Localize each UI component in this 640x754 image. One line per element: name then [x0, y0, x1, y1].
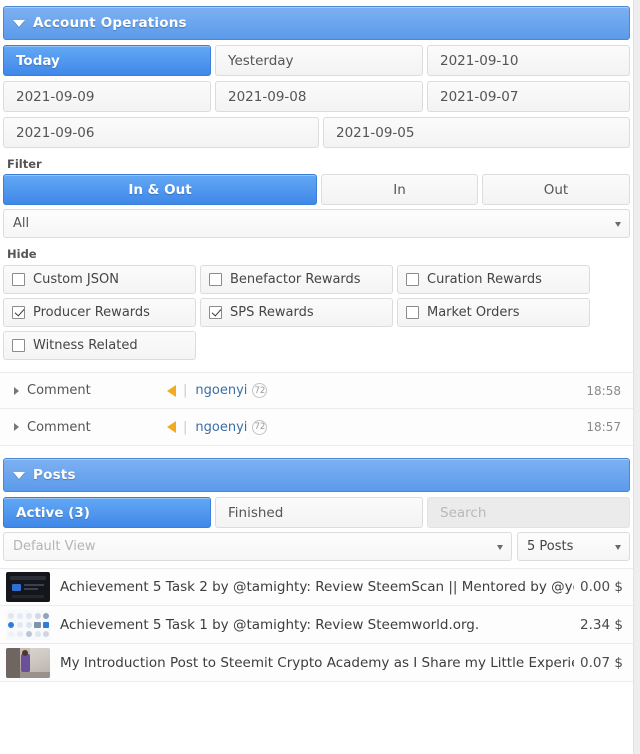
date-button-2021-09-09[interactable]: 2021-09-09	[3, 81, 211, 112]
date-button-2021-09-07[interactable]: 2021-09-07	[427, 81, 630, 112]
hide-label: Hide	[7, 247, 37, 261]
caret-down-icon	[13, 19, 25, 27]
post-title[interactable]: Achievement 5 Task 1 by @tamighty: Revie…	[60, 617, 574, 633]
date-selector: Today Yesterday 2021-09-10 2021-09-09 20…	[0, 45, 633, 360]
page-scrollbar-track[interactable]	[633, 0, 640, 754]
hide-option-custom-json[interactable]: Custom JSON	[3, 265, 196, 294]
operation-row[interactable]: Comment | ngoenyi 72 18:58	[0, 372, 633, 409]
date-button-2021-09-06[interactable]: 2021-09-06	[3, 117, 319, 148]
post-title[interactable]: Achievement 5 Task 2 by @tamighty: Revie…	[60, 579, 574, 595]
posts-view-row: Default View 5 Posts	[3, 532, 630, 561]
dark-screenshot-thumbnail	[6, 572, 50, 602]
chevron-down-icon	[615, 221, 621, 227]
filter-button-in[interactable]: In	[321, 174, 478, 205]
photo-person-thumbnail	[6, 647, 50, 678]
operation-type-select[interactable]: All	[3, 209, 630, 238]
reputation-badge: 72	[252, 419, 268, 435]
posts-tab-bar: Active (3) Finished Search	[3, 497, 630, 528]
posts-count-select[interactable]: 5 Posts	[517, 532, 630, 561]
posts-list: Achievement 5 Task 2 by @tamighty: Revie…	[0, 568, 633, 682]
account-operations-header[interactable]: Account Operations	[3, 6, 630, 40]
operation-user-link[interactable]: ngoenyi	[195, 420, 247, 435]
posts-controls: Active (3) Finished Search Default View …	[0, 497, 633, 561]
hide-option-benefactor-rewards[interactable]: Benefactor Rewards	[200, 265, 393, 294]
posts-title: Posts	[33, 467, 76, 483]
hide-option-label: Market Orders	[427, 305, 520, 320]
checkbox-checked-icon	[209, 306, 222, 319]
checkbox-icon	[406, 306, 419, 319]
caret-right-icon[interactable]	[14, 386, 19, 395]
post-title[interactable]: My Introduction Post to Steemit Crypto A…	[60, 655, 574, 671]
date-row-3: 2021-09-06 2021-09-05	[3, 117, 630, 148]
hide-options: Custom JSON Benefactor Rewards Curation …	[3, 265, 630, 360]
hide-option-curation-rewards[interactable]: Curation Rewards	[397, 265, 590, 294]
posts-view-select[interactable]: Default View	[3, 532, 512, 561]
hide-option-label: Benefactor Rewards	[230, 272, 361, 287]
caret-down-icon	[13, 471, 25, 479]
date-button-2021-09-10[interactable]: 2021-09-10	[427, 45, 630, 76]
operation-time: 18:57	[586, 420, 621, 434]
account-operations-title: Account Operations	[33, 15, 187, 31]
chevron-down-icon	[615, 544, 621, 550]
operation-row[interactable]: Comment | ngoenyi 72 18:57	[0, 409, 633, 446]
hide-option-witness-related[interactable]: Witness Related	[3, 331, 196, 360]
checkbox-checked-icon	[12, 306, 25, 319]
date-button-yesterday[interactable]: Yesterday	[215, 45, 423, 76]
hide-option-label: Producer Rewards	[33, 305, 150, 320]
filter-label: Filter	[7, 157, 42, 171]
post-row[interactable]: My Introduction Post to Steemit Crypto A…	[0, 644, 633, 682]
posts-view-select-value: Default View	[13, 539, 96, 554]
tab-finished-posts[interactable]: Finished	[215, 497, 423, 528]
reputation-badge: 72	[252, 383, 268, 398]
arrow-left-incoming-icon	[167, 421, 176, 433]
hide-option-label: SPS Rewards	[230, 305, 314, 320]
operation-time: 18:58	[586, 383, 621, 398]
checkbox-icon	[12, 339, 25, 352]
direction-filter-group: In & Out In Out	[3, 174, 630, 205]
main-content: Account Operations Today Yesterday 2021-…	[0, 0, 633, 682]
date-button-2021-09-05[interactable]: 2021-09-05	[323, 117, 630, 148]
hide-option-sps-rewards[interactable]: SPS Rewards	[200, 298, 393, 327]
icon-grid-thumbnail	[6, 609, 50, 640]
operation-separator: |	[183, 383, 188, 398]
date-row-2: 2021-09-09 2021-09-08 2021-09-07	[3, 81, 630, 112]
date-row-1: Today Yesterday 2021-09-10	[3, 45, 630, 76]
operation-type-select-value: All	[13, 216, 30, 231]
posts-header[interactable]: Posts	[3, 458, 630, 492]
hide-option-market-orders[interactable]: Market Orders	[397, 298, 590, 327]
hide-option-label: Custom JSON	[33, 272, 119, 287]
posts-count-select-value: 5 Posts	[527, 539, 574, 554]
post-row[interactable]: Achievement 5 Task 1 by @tamighty: Revie…	[0, 606, 633, 644]
hide-option-producer-rewards[interactable]: Producer Rewards	[3, 298, 196, 327]
date-button-2021-09-08[interactable]: 2021-09-08	[215, 81, 423, 112]
chevron-down-icon	[497, 544, 503, 550]
posts-search-input[interactable]: Search	[427, 497, 630, 528]
checkbox-icon	[12, 273, 25, 286]
post-row[interactable]: Achievement 5 Task 2 by @tamighty: Revie…	[0, 568, 633, 606]
post-payout: 0.07 $	[580, 654, 623, 671]
operation-type: Comment	[27, 419, 91, 435]
filter-button-out[interactable]: Out	[482, 174, 630, 205]
app-root: Account Operations Today Yesterday 2021-…	[0, 0, 640, 754]
operation-type: Comment	[27, 383, 91, 398]
arrow-left-incoming-icon	[167, 384, 176, 397]
tab-active-posts[interactable]: Active (3)	[3, 497, 211, 528]
hide-option-label: Curation Rewards	[427, 272, 542, 287]
filter-button-in-and-out[interactable]: In & Out	[3, 174, 317, 205]
operation-separator: |	[183, 419, 188, 435]
post-payout: 2.34 $	[580, 616, 623, 633]
post-payout: 0.00 $	[580, 579, 623, 595]
posts-section: Posts Active (3) Finished Search Default…	[0, 458, 633, 682]
caret-right-icon[interactable]	[14, 423, 19, 431]
hide-option-label: Witness Related	[33, 338, 138, 353]
operation-user-link[interactable]: ngoenyi	[195, 383, 247, 398]
checkbox-icon	[209, 273, 222, 286]
posts-search-placeholder: Search	[440, 504, 487, 521]
operations-list: Comment | ngoenyi 72 18:58 Comment | ngo…	[0, 372, 633, 446]
checkbox-icon	[406, 273, 419, 286]
date-button-today[interactable]: Today	[3, 45, 211, 76]
